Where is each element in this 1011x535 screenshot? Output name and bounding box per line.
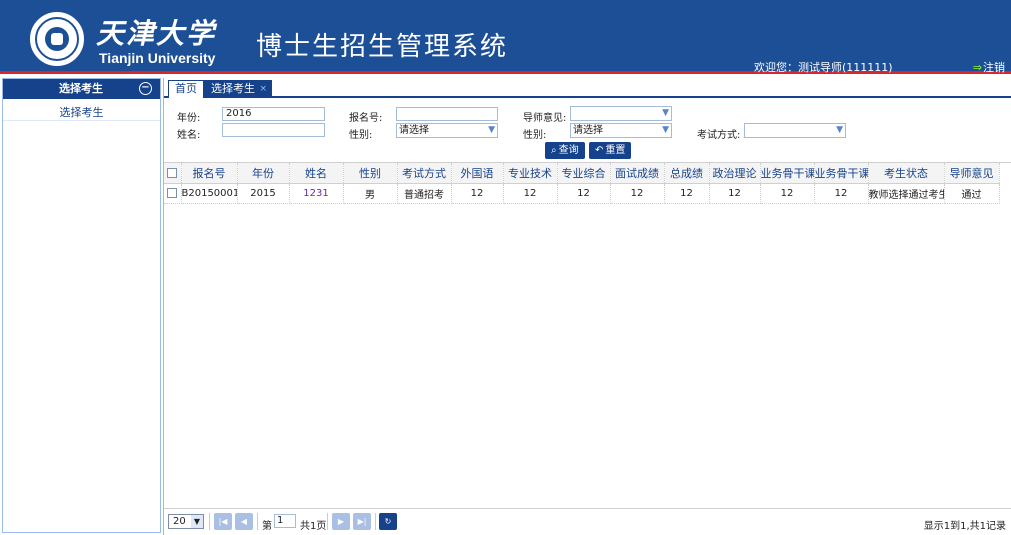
column-header[interactable]: 政治理论 xyxy=(709,163,761,184)
exam-method-select[interactable]: ▼ xyxy=(744,123,846,138)
last-page-icon[interactable]: ▶| xyxy=(353,513,371,530)
advisor-opinion-select[interactable]: ▼ xyxy=(570,106,672,121)
sidebar: 选择考生 − 选择考生 xyxy=(2,78,161,533)
column-header[interactable]: 导师意见 xyxy=(944,163,1000,184)
logout-arrow-icon: ⇒ xyxy=(972,61,982,74)
tab-bar: 首页 选择考生 × xyxy=(164,78,1011,98)
table-cell: 教师选择通过考生 xyxy=(868,183,945,204)
main-panel: 首页 选择考生 × 年份: 2016 报名号: 导师意见: ▼ 姓名: 性别: … xyxy=(163,78,1011,535)
sidebar-item-select-candidate[interactable]: 选择考生 xyxy=(3,99,160,121)
table-cell: 12 xyxy=(451,183,504,204)
select-all-checkbox[interactable] xyxy=(164,163,182,184)
table-cell: 12 xyxy=(557,183,611,204)
column-header[interactable]: 总成绩 xyxy=(664,163,710,184)
logout-label: 注销 xyxy=(983,61,1005,74)
table-cell: B20150001 xyxy=(181,183,238,204)
search-icon: ⌕ xyxy=(551,145,557,156)
tab-select-candidate-label: 选择考生 xyxy=(211,82,255,95)
gender2-select[interactable]: 请选择 ▼ xyxy=(570,123,672,138)
page-size-select[interactable]: 20 ▼ xyxy=(168,514,204,529)
table-cell: 普通招考 xyxy=(397,183,452,204)
collapse-icon[interactable]: − xyxy=(139,82,152,95)
table-cell: 通过 xyxy=(944,183,1000,204)
row-checkbox[interactable] xyxy=(164,183,182,204)
column-header[interactable]: 业务骨干课 xyxy=(814,163,869,184)
logout-link[interactable]: ⇒注销 xyxy=(973,59,1005,75)
table-cell: 12 xyxy=(814,183,869,204)
table-cell: 12 xyxy=(760,183,815,204)
table-row[interactable]: B20150001 2015 1231 男 普通招考 12 12 12 12 1… xyxy=(164,183,1000,204)
gender2-select-value: 请选择 xyxy=(573,125,603,136)
chevron-down-icon: ▼ xyxy=(488,125,495,135)
sidebar-title: 选择考生 xyxy=(59,82,103,95)
regno-input[interactable] xyxy=(396,107,498,121)
gender2-label: 性别: xyxy=(523,130,547,141)
name-input[interactable] xyxy=(222,123,325,137)
column-header[interactable]: 专业综合 xyxy=(557,163,611,184)
year-label: 年份: xyxy=(177,113,201,124)
regno-label: 报名号: xyxy=(349,113,383,124)
table-cell: 1231 xyxy=(289,183,344,204)
table-cell: 男 xyxy=(343,183,398,204)
table-cell: 2015 xyxy=(237,183,290,204)
chevron-down-icon: ▼ xyxy=(836,125,843,135)
reset-button-label: 重置 xyxy=(605,145,626,156)
sidebar-header: 选择考生 − xyxy=(3,79,160,99)
year-input[interactable]: 2016 xyxy=(222,107,325,121)
column-header[interactable]: 年份 xyxy=(237,163,290,184)
column-header[interactable]: 外国语 xyxy=(451,163,504,184)
table-cell: 12 xyxy=(664,183,710,204)
column-header[interactable]: 业务骨干课 xyxy=(760,163,815,184)
university-name-en: Tianjin University xyxy=(99,50,216,66)
query-button-label: 查询 xyxy=(558,145,579,156)
name-label: 姓名: xyxy=(177,130,201,141)
candidate-grid: 报名号 年份 姓名 性别 考试方式 外国语 专业技术 专业综合 面试成绩 总成绩… xyxy=(164,162,1011,204)
gender-select-value: 请选择 xyxy=(399,125,429,136)
system-title: 博士生招生管理系统 xyxy=(256,32,509,62)
prev-page-icon[interactable]: ◀ xyxy=(235,513,253,530)
table-header-row: 报名号 年份 姓名 性别 考试方式 外国语 专业技术 专业综合 面试成绩 总成绩… xyxy=(164,163,1000,184)
close-icon[interactable]: × xyxy=(259,81,267,97)
university-name-cn: 天津大学 xyxy=(96,17,217,50)
pager-divider xyxy=(327,513,328,530)
chevron-down-icon: ▼ xyxy=(191,515,203,528)
page-total: 共1页 xyxy=(300,521,327,532)
gender-label: 性别: xyxy=(349,130,373,141)
refresh-icon[interactable]: ↻ xyxy=(379,513,397,530)
advisor-opinion-label: 导师意见: xyxy=(523,113,567,124)
reset-button[interactable]: ↶ 重置 xyxy=(589,142,632,159)
university-logo xyxy=(30,12,84,66)
column-header[interactable]: 专业技术 xyxy=(503,163,558,184)
column-header[interactable]: 姓名 xyxy=(289,163,344,184)
query-button[interactable]: ⌕ 查询 xyxy=(545,142,585,159)
next-page-icon[interactable]: ▶ xyxy=(332,513,350,530)
pager-divider xyxy=(375,513,376,530)
table-cell: 12 xyxy=(709,183,761,204)
page-prefix: 第 xyxy=(262,521,272,532)
chevron-down-icon: ▼ xyxy=(662,108,669,118)
app-header: 天津大学 Tianjin University 博士生招生管理系统 欢迎您：测试… xyxy=(0,0,1011,74)
tab-select-candidate[interactable]: 选择考生 × xyxy=(204,80,272,98)
column-header[interactable]: 性别 xyxy=(343,163,398,184)
welcome-text: 欢迎您：测试导师(111111) xyxy=(754,61,893,74)
pager-divider xyxy=(209,513,210,530)
display-info: 显示1到1,共1记录 xyxy=(923,521,1006,532)
column-header[interactable]: 考试方式 xyxy=(397,163,452,184)
pagination-bar: 20 ▼ |◀ ◀ 第 1 共1页 ▶ ▶| ↻ 显示1到1,共1记录 xyxy=(164,508,1011,535)
first-page-icon[interactable]: |◀ xyxy=(214,513,232,530)
gender-select[interactable]: 请选择 ▼ xyxy=(396,123,498,138)
undo-icon: ↶ xyxy=(595,145,604,156)
tab-home[interactable]: 首页 xyxy=(168,80,204,98)
page-number-input[interactable]: 1 xyxy=(274,514,296,528)
column-header[interactable]: 面试成绩 xyxy=(610,163,665,184)
pager-divider xyxy=(257,513,258,530)
chevron-down-icon: ▼ xyxy=(662,125,669,135)
page-size-value: 20 xyxy=(173,516,186,527)
column-header[interactable]: 报名号 xyxy=(181,163,238,184)
column-header[interactable]: 考生状态 xyxy=(868,163,945,184)
table-cell: 12 xyxy=(503,183,558,204)
exam-method-label: 考试方式: xyxy=(697,130,741,141)
table-cell: 12 xyxy=(610,183,665,204)
